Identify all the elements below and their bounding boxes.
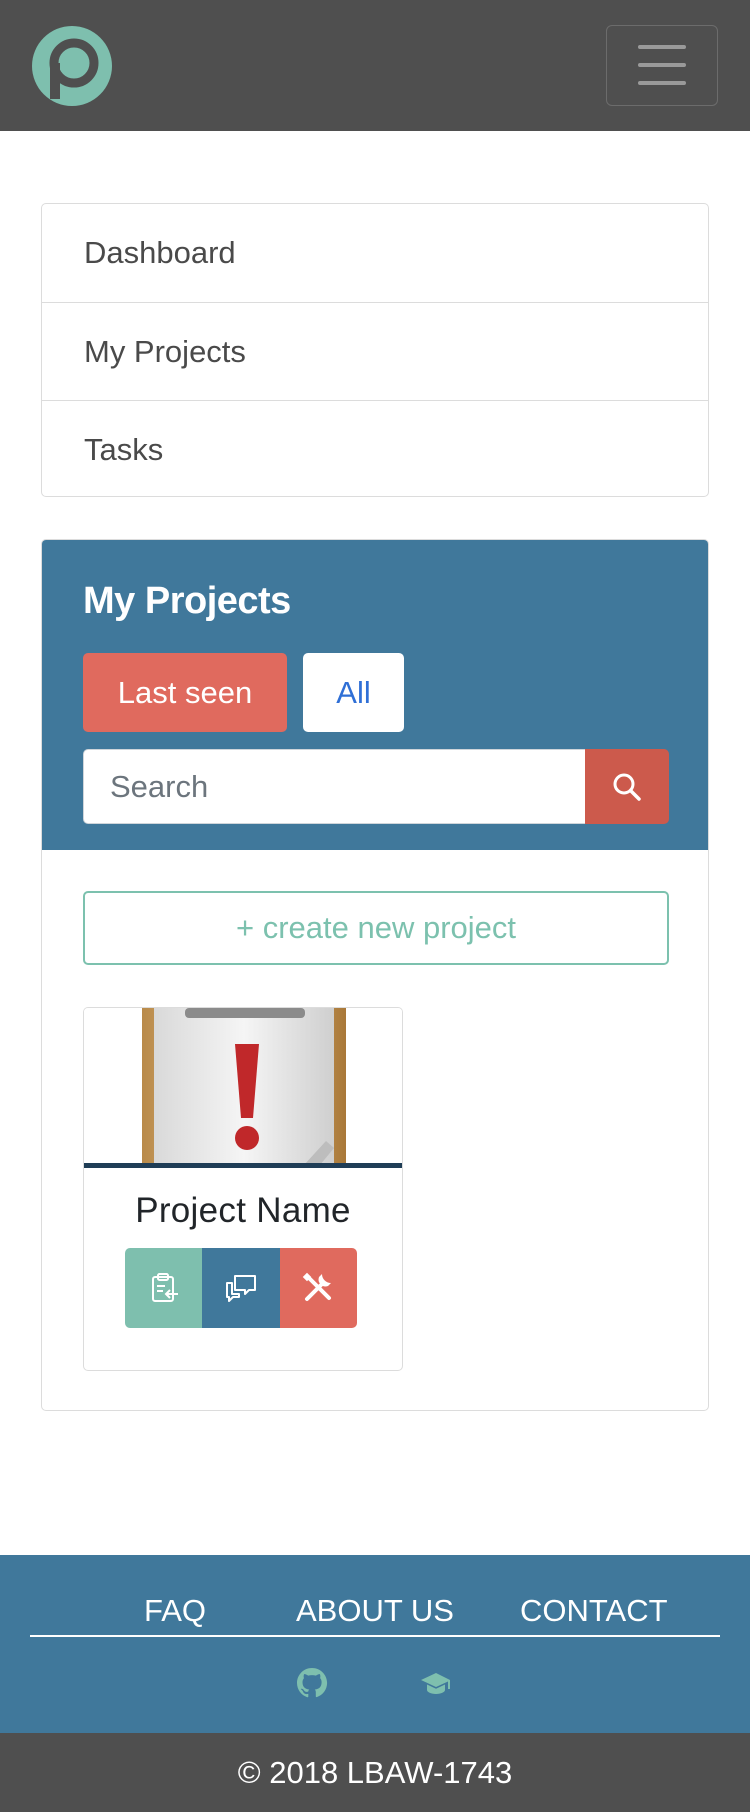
search-icon <box>613 773 641 801</box>
footer-link-faq[interactable]: FAQ <box>144 1593 206 1629</box>
clipboard-enter-icon <box>151 1273 178 1302</box>
all-filter-button[interactable]: All <box>303 653 404 732</box>
project-image <box>84 1008 402 1165</box>
project-settings-button[interactable] <box>279 1248 357 1328</box>
footer: FAQ ABOUT US CONTACT <box>0 1555 750 1733</box>
footer-divider <box>30 1635 720 1637</box>
projects-panel: My Projects Last seen All + create new p… <box>41 539 709 1411</box>
search-input[interactable] <box>83 749 586 824</box>
footer-link-contact[interactable]: CONTACT <box>520 1593 668 1629</box>
sidebar-item-my-projects[interactable]: My Projects <box>42 302 708 400</box>
graduation-cap-icon[interactable] <box>420 1667 452 1699</box>
clipboard-exclamation-icon <box>84 1008 402 1165</box>
project-actions <box>125 1248 357 1328</box>
chat-bubbles-icon <box>225 1275 256 1302</box>
hamburger-menu-icon <box>638 45 686 49</box>
navbar <box>0 0 750 131</box>
sidebar-item-tasks[interactable]: Tasks <box>42 400 708 498</box>
project-card[interactable]: Project Name <box>83 1007 403 1371</box>
projects-title: My Projects <box>83 580 291 622</box>
copyright: © 2018 LBAW-1743 <box>0 1733 750 1812</box>
projects-header: My Projects Last seen All <box>42 540 708 850</box>
github-icon[interactable] <box>296 1667 328 1699</box>
sidebar-item-dashboard[interactable]: Dashboard <box>42 204 708 302</box>
open-project-button[interactable] <box>125 1248 203 1328</box>
create-project-button[interactable]: + create new project <box>83 891 669 965</box>
sidebar-menu: Dashboard My Projects Tasks <box>41 203 709 497</box>
last-seen-filter-button[interactable]: Last seen <box>83 653 287 732</box>
project-name: Project Name <box>135 1191 351 1230</box>
footer-link-about-us[interactable]: ABOUT US <box>296 1593 454 1629</box>
project-chat-button[interactable] <box>202 1248 280 1328</box>
p-logo-icon[interactable] <box>32 26 112 106</box>
tools-icon <box>303 1272 332 1301</box>
menu-toggle-button[interactable] <box>606 25 718 106</box>
search-button[interactable] <box>585 749 669 824</box>
